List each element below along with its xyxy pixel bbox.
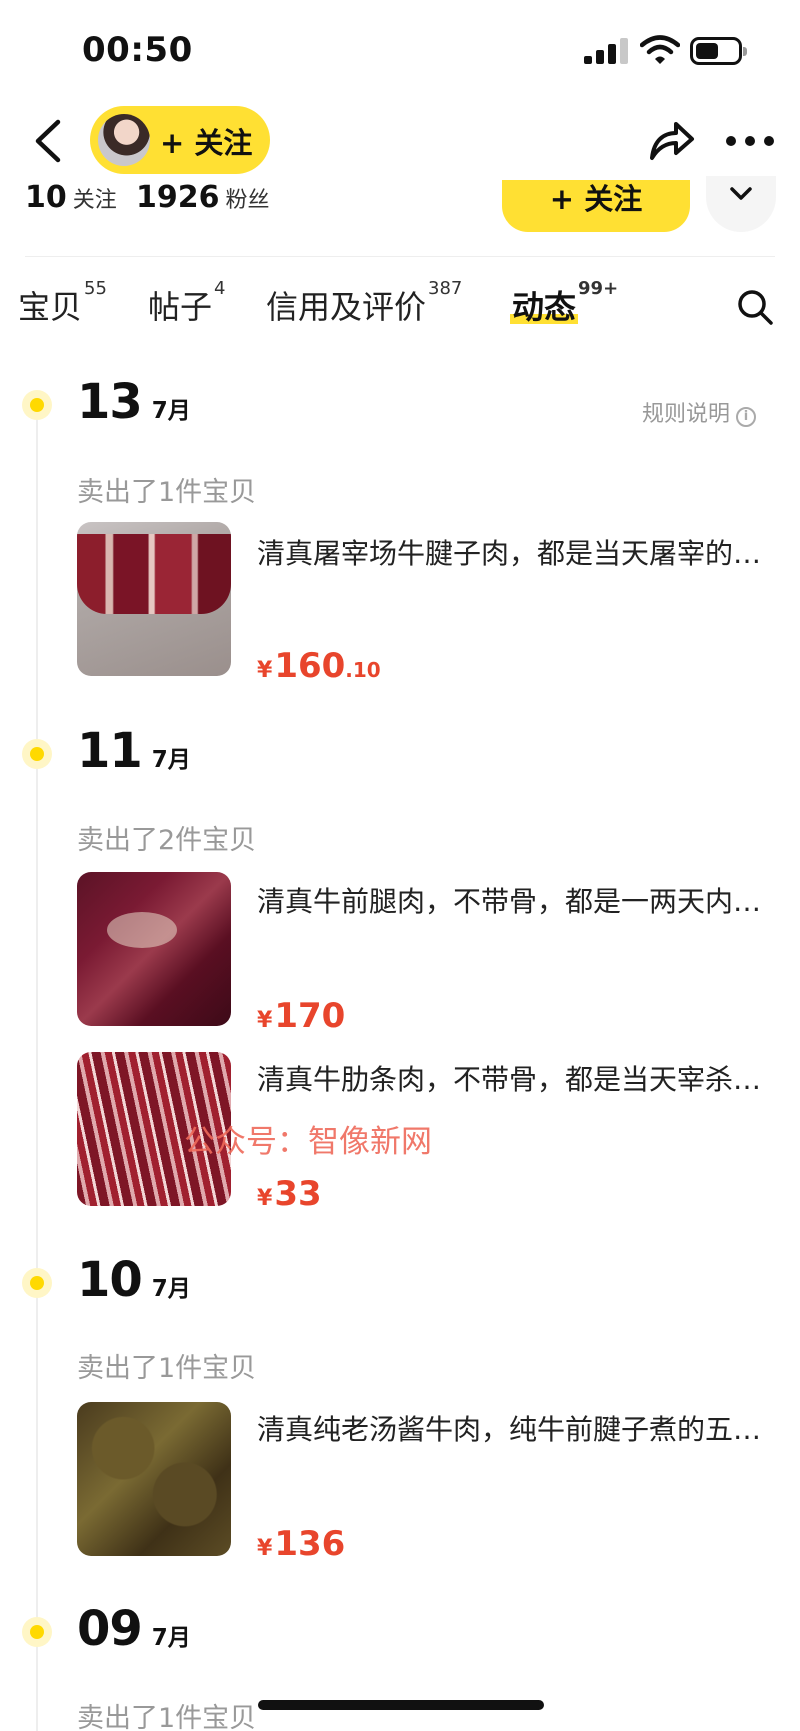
date-heading: 11 7月 [77,723,191,779]
status-time: 00:50 [82,30,193,70]
battery-icon [690,37,747,65]
date-month: 7月 [151,398,191,424]
product-thumbnail[interactable] [77,1402,231,1556]
product-price: ¥170 [257,996,345,1036]
rules-label: 规则说明 [642,402,731,427]
fans-stat[interactable]: 1926 粉丝 [136,180,270,215]
date-heading: 10 7月 [77,1252,191,1308]
status-bar: 00:50 [0,0,800,100]
timeline-line [36,404,38,1731]
sold-summary: 卖出了2件宝贝 [77,825,257,856]
date-month: 7月 [151,1625,191,1651]
following-stat[interactable]: 10 关注 [25,180,117,215]
sold-summary: 卖出了1件宝贝 [77,477,257,508]
tab-posts[interactable]: 帖子 4 [148,278,225,328]
tab-items[interactable]: 宝贝 55 [18,278,107,328]
sold-summary: 卖出了1件宝贝 [77,1703,257,1731]
tab-activity[interactable]: 动态 99+ [512,278,618,328]
date-day: 09 [77,1601,143,1657]
header-follow-button[interactable]: + 关注 [90,106,270,174]
price-integer: 170 [274,996,346,1036]
tab-label: 动态 [512,288,577,326]
fans-label: 粉丝 [225,188,270,213]
info-icon: i [736,407,757,427]
following-count: 10 [25,180,67,215]
profile-follow-button[interactable]: + 关注 [502,180,690,232]
avatar[interactable] [98,114,150,166]
tab-label: 帖子 [148,288,213,326]
tab-label: 信用及评价 [266,288,427,326]
price-decimal: .10 [345,658,381,682]
following-label: 关注 [72,188,117,213]
date-heading: 09 7月 [77,1601,191,1657]
date-day: 13 [77,374,143,430]
product-title[interactable]: 清真牛肋条肉，不带骨，都是当天宰杀的新鲜肉 [257,1058,767,1098]
back-arrow-icon[interactable] [30,118,66,164]
share-icon[interactable] [648,118,696,162]
product-price: ¥136 [257,1524,345,1564]
currency-symbol: ¥ [257,1186,273,1211]
tab-count: 99+ [578,278,619,299]
product-price: ¥33 [257,1174,322,1214]
product-title[interactable]: 清真屠宰场牛腱子肉，都是当天屠宰的新鲜货 [257,532,767,572]
search-icon[interactable] [736,288,774,326]
tab-count: 387 [428,278,463,299]
watermark: 公众号：智像新网 [184,1124,432,1160]
product-title[interactable]: 清真牛前腿肉，不带骨，都是一两天内宰杀的 [257,880,767,920]
signal-icon [584,38,628,64]
product-title[interactable]: 清真纯老汤酱牛肉，纯牛前腱子煮的五香味 [257,1408,767,1448]
price-integer: 33 [274,1174,322,1214]
product-price: ¥160.10 [257,646,381,686]
product-thumbnail[interactable] [77,872,231,1026]
divider [25,256,775,257]
timeline-dot [22,739,52,769]
date-day: 11 [77,723,143,779]
rules-link[interactable]: 规则说明 i [642,396,757,428]
home-indicator[interactable] [258,1700,544,1710]
chevron-down-icon [730,187,752,200]
currency-symbol: ¥ [257,1536,273,1561]
tab-count: 4 [214,278,226,299]
date-heading: 13 7月 [77,374,191,430]
currency-symbol: ¥ [257,658,273,683]
expand-button[interactable] [706,176,776,232]
timeline-dot [22,390,52,420]
date-month: 7月 [151,1276,191,1302]
more-icon[interactable] [726,136,774,146]
currency-symbol: ¥ [257,1008,273,1033]
sold-summary: 卖出了1件宝贝 [77,1353,257,1384]
date-day: 10 [77,1252,143,1308]
tab-label: 宝贝 [18,288,83,326]
tab-count: 55 [84,278,107,299]
price-integer: 136 [274,1524,346,1564]
date-month: 7月 [151,747,191,773]
header-follow-label: + 关注 [160,126,253,160]
tab-reviews[interactable]: 信用及评价 387 [266,278,462,328]
fans-count: 1926 [136,180,220,215]
product-thumbnail[interactable] [77,522,231,676]
wifi-icon [640,35,680,64]
timeline-dot [22,1617,52,1647]
timeline-dot [22,1268,52,1298]
price-integer: 160 [274,646,346,686]
